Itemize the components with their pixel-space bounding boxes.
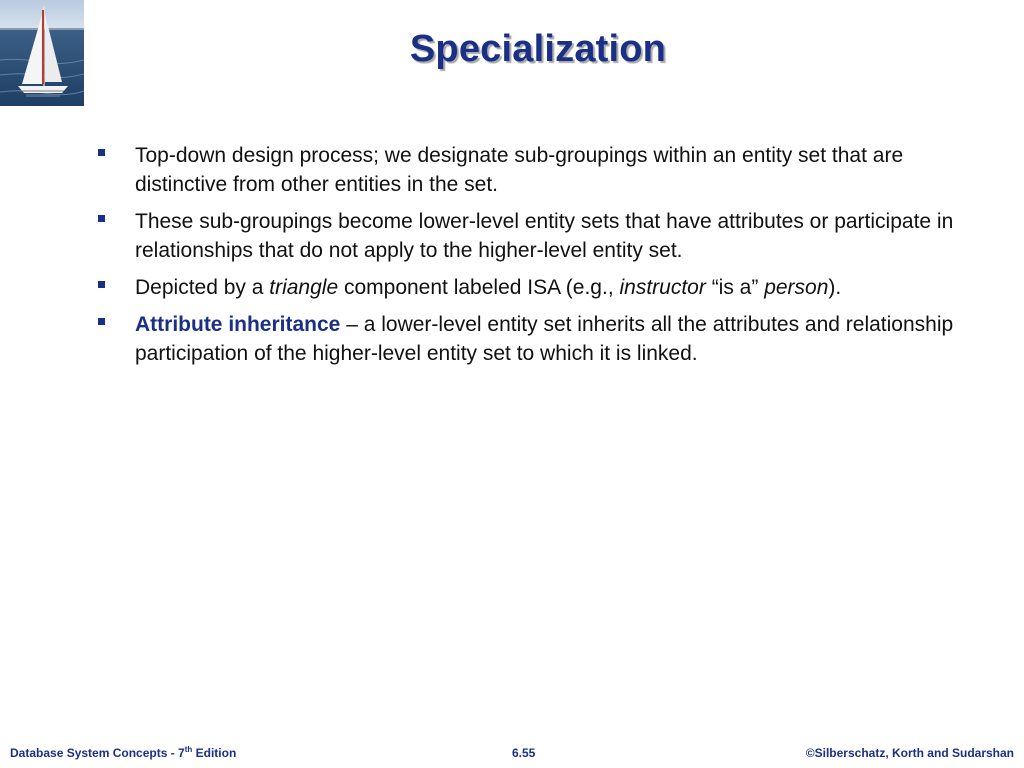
slide-content: Top-down design process; we designate su… bbox=[96, 141, 956, 376]
bullet-item-2: These sub-groupings become lower-level e… bbox=[96, 207, 956, 265]
italic-term-person: person bbox=[764, 276, 829, 299]
footer-book-title: Database System Concepts - 7th Edition bbox=[10, 746, 237, 761]
bullet-list: Top-down design process; we designate su… bbox=[96, 141, 956, 368]
bullet-text-part: ). bbox=[828, 276, 842, 299]
square-bullet-icon bbox=[98, 281, 105, 288]
bullet-text-part: Depicted by a bbox=[135, 276, 270, 299]
square-bullet-icon bbox=[98, 149, 105, 156]
italic-term-triangle: triangle bbox=[269, 276, 339, 299]
bullet-item-1: Top-down design process; we designate su… bbox=[96, 141, 956, 199]
square-bullet-icon bbox=[98, 215, 105, 222]
bullet-text: These sub-groupings become lower-level e… bbox=[135, 210, 954, 262]
bullet-text: Top-down design process; we designate su… bbox=[135, 144, 904, 196]
square-bullet-icon bbox=[98, 318, 105, 325]
footer-book-prefix: Database System Concepts - 7 bbox=[10, 746, 185, 760]
bullet-text-part: component labeled ISA (e.g., bbox=[338, 276, 620, 299]
slide-footer: Database System Concepts - 7th Edition 6… bbox=[0, 744, 1024, 764]
italic-term-instructor: instructor bbox=[619, 276, 706, 299]
bold-term-attribute-inheritance: Attribute inheritance bbox=[135, 313, 341, 336]
bullet-item-3: Depicted by a triangle component labeled… bbox=[96, 273, 956, 302]
footer-book-suffix: Edition bbox=[192, 746, 237, 760]
footer-copyright: ©Silberschatz, Korth and Sudarshan bbox=[805, 746, 1014, 760]
slide: Specialization Top-down design process; … bbox=[0, 0, 1024, 768]
footer-page-number: 6.55 bbox=[512, 746, 536, 760]
bullet-item-4: Attribute inheritance – a lower-level en… bbox=[96, 310, 956, 368]
slide-title: Specialization bbox=[409, 28, 667, 70]
bullet-text-part: “is a” bbox=[705, 276, 765, 299]
